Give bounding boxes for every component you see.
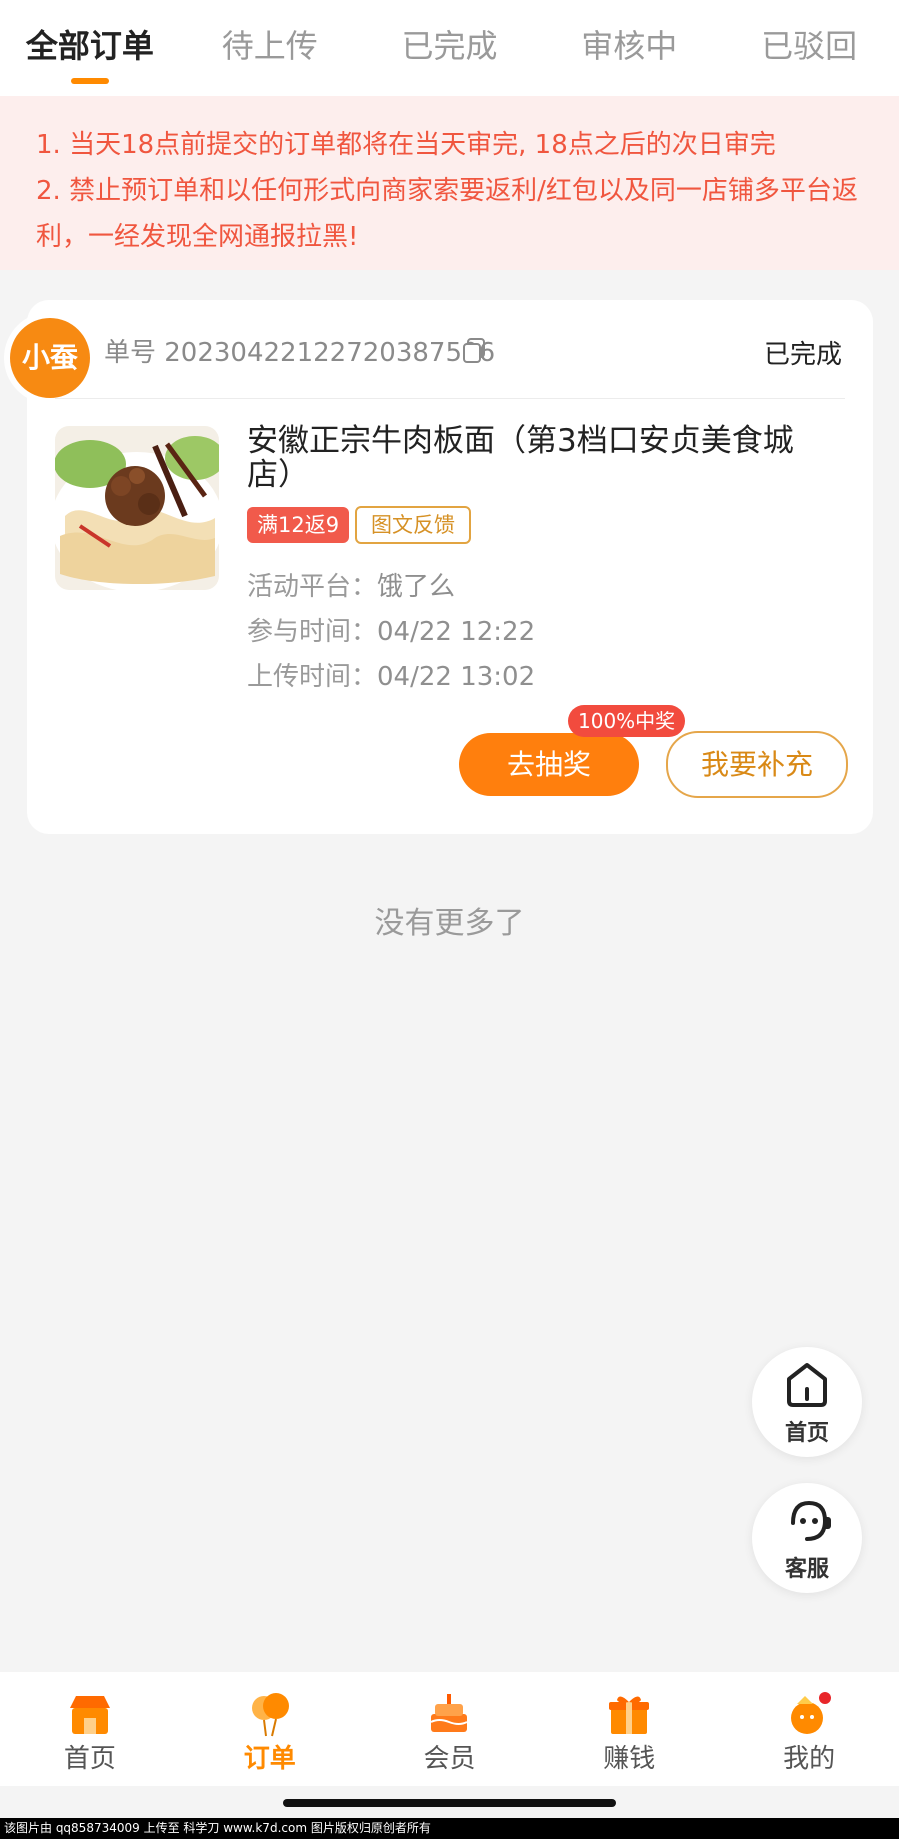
tab-pending-upload[interactable]: 待上传 [180, 0, 360, 96]
copy-icon[interactable] [462, 338, 486, 364]
lottery-badge: 100%中奖 [568, 705, 686, 737]
tab-all-orders[interactable]: 全部订单 [0, 0, 180, 96]
no-more-text: 没有更多了 [374, 906, 525, 941]
nav-earn-label: 赚钱 [603, 1744, 656, 1774]
order-number: 单号 20230422122720387506 [104, 338, 496, 368]
customer-service-icon [791, 1500, 831, 1541]
supplement-button[interactable]: 我要补充 [666, 731, 848, 798]
nav-member-label: 会员 [423, 1744, 476, 1774]
bottom-navigation: 首页 订单 会员 赚钱 我的 [0, 1672, 899, 1786]
tab-under-review[interactable]: 审核中 [539, 0, 719, 96]
nav-home[interactable]: 首页 [0, 1672, 180, 1786]
float-home-label: 首页 [784, 1421, 829, 1446]
nav-earn[interactable]: 赚钱 [539, 1672, 719, 1786]
platform-label: 活动平台： [247, 572, 378, 602]
notice-line-2: 2. 禁止预订单和以任何形式向商家索要返利/红包以及同一店铺多平台返利，一经发现… [36, 176, 858, 252]
nav-home-label: 首页 [63, 1744, 116, 1774]
nav-orders[interactable]: 订单 [180, 1672, 360, 1786]
gift-icon [609, 1696, 650, 1734]
join-time-row: 参与时间：04/22 12:22 [247, 611, 535, 648]
home-icon [787, 1363, 827, 1407]
home-indicator [283, 1799, 616, 1807]
profile-icon [791, 1692, 832, 1734]
notice-banner: 1. 当天18点前提交的订单都将在当天审完, 18点之后的次日审完 2. 禁止预… [0, 96, 899, 270]
upload-time-row: 上传时间：04/22 13:02 [247, 656, 535, 693]
nav-member[interactable]: 会员 [360, 1672, 540, 1786]
join-time-value: 04/22 12:22 [377, 617, 536, 647]
brand-logo: 小蚕 [10, 318, 90, 398]
order-status: 已完成 [764, 340, 843, 370]
store-icon [69, 1696, 110, 1734]
notice-line-1: 1. 当天18点前提交的订单都将在当天审完, 18点之后的次日审完 [36, 130, 776, 160]
tab-completed[interactable]: 已完成 [360, 0, 540, 96]
tab-rejected[interactable]: 已驳回 [719, 0, 899, 96]
product-thumbnail[interactable] [55, 426, 219, 590]
balloon-icon [251, 1693, 289, 1737]
card-divider [55, 398, 845, 399]
order-tabs: 全部订单 待上传 已完成 审核中 已驳回 [0, 0, 899, 96]
lottery-button[interactable]: 去抽奖 [459, 733, 639, 796]
product-title[interactable]: 安徽正宗牛肉板面（第3档口安贞美食城店） [247, 424, 827, 492]
rebate-tag: 满12返9 [247, 507, 350, 543]
cake-icon [431, 1694, 468, 1732]
feedback-tag: 图文反馈 [355, 506, 471, 544]
float-service-label: 客服 [784, 1557, 829, 1582]
float-home-button[interactable]: 首页 [752, 1347, 862, 1457]
join-time-label: 参与时间： [247, 617, 378, 647]
float-service-button[interactable]: 客服 [752, 1483, 862, 1593]
upload-time-value: 04/22 13:02 [377, 662, 536, 692]
nav-orders-label: 订单 [243, 1744, 296, 1774]
upload-time-label: 上传时间： [247, 662, 378, 692]
nav-mine[interactable]: 我的 [719, 1672, 899, 1786]
platform-row: 活动平台：饿了么 [247, 566, 455, 603]
platform-value: 饿了么 [377, 572, 456, 602]
nav-mine-label: 我的 [783, 1744, 836, 1774]
watermark-footer: 该图片由 qq858734009 上传至 科学刀 www.k7d.com 图片版… [0, 1818, 899, 1839]
